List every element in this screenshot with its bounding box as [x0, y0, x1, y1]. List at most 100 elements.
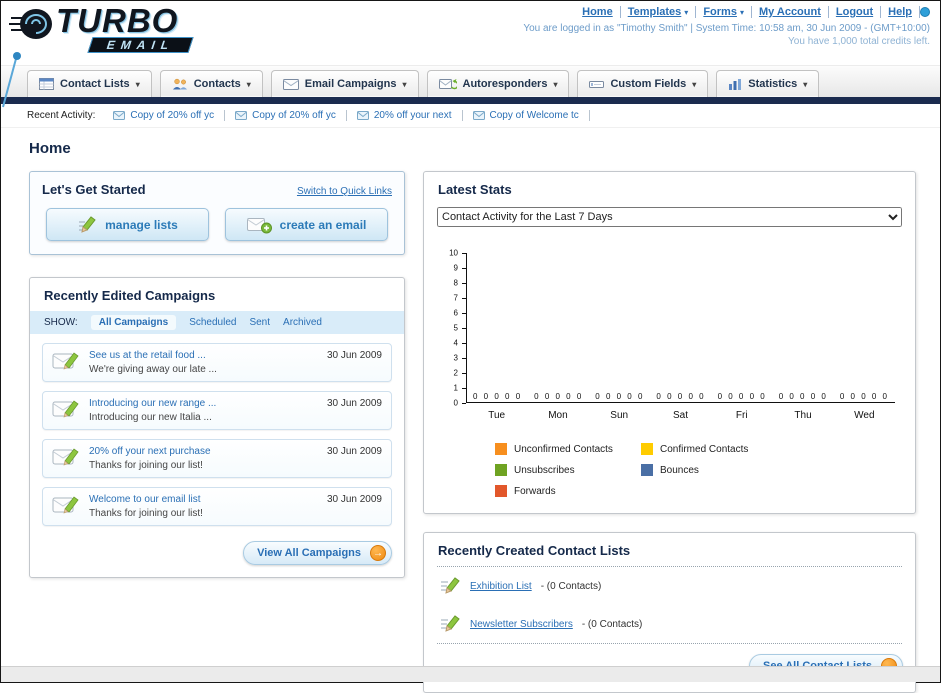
campaign-list-item[interactable]: See us at the retail food ... We're givi… [42, 343, 392, 382]
campaign-date: 30 Jun 2009 [326, 398, 382, 409]
tab-label: Email Campaigns [304, 78, 397, 90]
tab-statistics[interactable]: Statistics ▾ [716, 70, 820, 97]
tab-custom-fields[interactable]: Custom Fields ▾ [577, 70, 709, 97]
dropdown-arrow-icon: ▾ [135, 79, 140, 89]
recent-activity-item[interactable]: 20% off your next [347, 110, 463, 121]
logo-text: TURBO EMAIL [56, 2, 194, 53]
x-axis-label: Sun [610, 410, 629, 421]
campaign-title-link[interactable]: 20% off your next purchase [89, 446, 318, 457]
campaign-list-item[interactable]: 20% off your next purchase Thanks for jo… [42, 439, 392, 478]
recent-activity-label: Recent Activity: [27, 110, 96, 121]
stats-chart: 10 9 8 7 6 5 4 3 2 1 0 0 0 0 0 00 0 0 0 00 0 0 0 0… [440, 249, 895, 497]
header-link-my-account[interactable]: My Account [752, 6, 829, 18]
recent-activity-item[interactable]: Copy of Welcome tc [463, 110, 590, 121]
legend-swatch [641, 464, 653, 476]
envelope-pencil-icon [52, 448, 79, 466]
y-axis-tick-label: 5 [453, 323, 458, 333]
legend-label: Bounces [660, 464, 699, 476]
latest-stats-panel: Latest Stats Contact Activity for the La… [423, 171, 916, 514]
chart-column: 0 0 0 0 0 [773, 253, 834, 402]
legend-label: Unsubscribes [514, 464, 575, 476]
campaigns-panel-title: Recently Edited Campaigns [44, 288, 216, 303]
get-started-title: Let's Get Started [42, 182, 146, 197]
list-pencil-icon [441, 615, 460, 632]
filter-tab-scheduled[interactable]: Scheduled [189, 317, 236, 328]
campaign-date: 30 Jun 2009 [326, 494, 382, 505]
contact-list-item[interactable]: Newsletter Subscribers - (0 Contacts) [424, 605, 915, 643]
chart-legend: Unconfirmed Contacts Confirmed Contacts Un… [495, 443, 895, 497]
header-link-help[interactable]: Help [881, 6, 920, 18]
envelope-pencil-icon [52, 352, 79, 370]
tab-contact-lists[interactable]: Contact Lists ▾ [27, 70, 152, 97]
chart-value-labels: 0 0 0 0 0 [595, 392, 645, 401]
dropdown-arrow-icon: ▾ [692, 79, 697, 89]
legend-item: Forwards [495, 485, 641, 497]
contact-list-link[interactable]: Newsletter Subscribers [470, 619, 573, 630]
statistics-icon [729, 79, 742, 90]
legend-item: Bounces [641, 464, 787, 476]
login-status-text: You are logged in as "Timothy Smith" | S… [523, 23, 930, 34]
manage-lists-button[interactable]: manage lists [46, 208, 209, 241]
pencil-icon [79, 215, 96, 233]
campaign-title-link[interactable]: Welcome to our email list [89, 494, 318, 505]
dropdown-arrow-icon: ▾ [739, 7, 744, 17]
y-axis-tick-label: 10 [449, 248, 458, 258]
chart-value-labels: 0 0 0 0 0 [473, 392, 523, 401]
contact-lists-icon [39, 78, 54, 90]
recent-activity-bar: Recent Activity: Copy of 20% off yc Copy… [1, 104, 940, 128]
legend-label: Unconfirmed Contacts [514, 443, 613, 455]
dropdown-arrow-icon: ▾ [684, 7, 689, 17]
main-nav-tabbar: Contact Lists ▾ Contacts ▾ Email Campaig… [1, 65, 940, 97]
contact-list-count: - (0 Contacts) [581, 618, 643, 630]
view-all-campaigns-button[interactable]: View All Campaigns → [243, 541, 392, 565]
switch-quick-links-link[interactable]: Switch to Quick Links [297, 186, 392, 197]
legend-swatch [495, 443, 507, 455]
recent-activity-item[interactable]: Copy of 20% off yc [103, 110, 226, 121]
filter-tab-all-campaigns[interactable]: All Campaigns [90, 315, 177, 330]
chart-plot: 0 0 0 0 0 0 0 0 0 0 0 0 0 0 0 0 0 0 0 0 0 0 … [466, 253, 895, 403]
show-label: SHOW: [44, 317, 78, 328]
legend-item: Unconfirmed Contacts [495, 443, 641, 455]
chart-value-labels: 0 0 0 0 0 [839, 392, 889, 401]
tab-email-campaigns[interactable]: Email Campaigns ▾ [270, 70, 419, 97]
campaign-subtitle: Introducing our new Italia ... [89, 412, 212, 423]
y-axis-tick-label: 9 [453, 263, 458, 273]
header: TURBO EMAIL Home Templates ▾ Forms ▾ My … [1, 1, 940, 108]
header-link-templates[interactable]: Templates ▾ [621, 6, 697, 18]
campaign-title-link[interactable]: See us at the retail food ... [89, 350, 318, 361]
y-axis-tick-label: 3 [453, 353, 458, 363]
filter-tab-archived[interactable]: Archived [283, 317, 322, 328]
header-link-home[interactable]: Home [575, 6, 621, 18]
x-axis-label: Mon [548, 410, 568, 421]
legend-swatch [495, 464, 507, 476]
header-link-logout[interactable]: Logout [829, 6, 882, 18]
envelope-icon [472, 111, 485, 120]
contacts-icon [172, 78, 187, 90]
stats-filter-select[interactable]: Contact Activity for the Last 7 Days [437, 207, 902, 227]
recent-activity-item[interactable]: Copy of 20% off yc [225, 110, 347, 121]
contact-list-item[interactable]: Exhibition List - (0 Contacts) [424, 567, 915, 605]
page-footer [1, 666, 940, 682]
app-logo[interactable]: TURBO EMAIL [9, 2, 194, 53]
legend-label: Forwards [514, 485, 556, 497]
tab-contacts[interactable]: Contacts ▾ [159, 70, 263, 97]
manage-lists-label: manage lists [105, 217, 178, 232]
campaign-list-item[interactable]: Welcome to our email list Thanks for joi… [42, 487, 392, 526]
x-axis-label: Fri [735, 410, 748, 421]
header-right: Home Templates ▾ Forms ▾ My Account Logo… [523, 6, 930, 47]
chart-value-labels: 0 0 0 0 0 [717, 392, 767, 401]
logo-swirl-icon [9, 9, 52, 39]
campaign-title-link[interactable]: Introducing our new range ... [89, 398, 318, 409]
contact-list-link[interactable]: Exhibition List [470, 581, 532, 592]
campaign-list-item[interactable]: Introducing our new range ... Introducin… [42, 391, 392, 430]
list-pencil-icon [441, 577, 460, 594]
header-link-forms[interactable]: Forms ▾ [696, 6, 752, 18]
arrow-right-icon: → [370, 545, 386, 561]
navy-divider-bar [1, 97, 940, 104]
credits-text: You have 1,000 total credits left. [788, 36, 930, 47]
legend-swatch [495, 485, 507, 497]
logo-title: TURBO [56, 2, 179, 39]
create-email-button[interactable]: create an email [225, 208, 388, 241]
filter-tab-sent[interactable]: Sent [249, 317, 270, 328]
tab-autoresponders[interactable]: Autoresponders ▾ [426, 70, 570, 97]
